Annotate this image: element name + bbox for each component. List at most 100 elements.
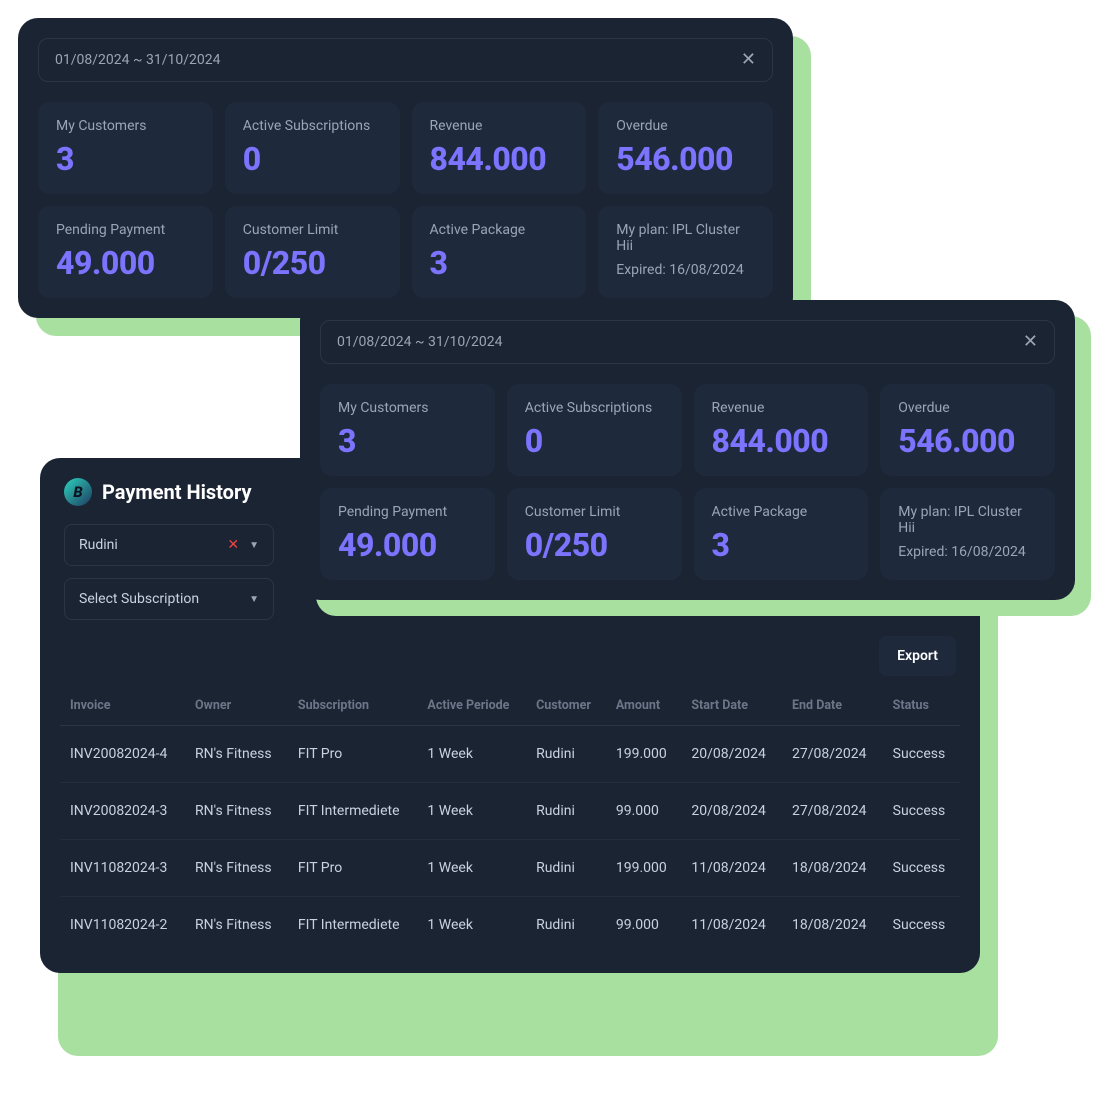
stat-grid: My Customers 3 Active Subscriptions 0 Re… <box>38 102 773 298</box>
date-range-select[interactable]: 01/08/2024 ~ 31/10/2024 ✕ <box>38 38 773 82</box>
stat-value: 546.000 <box>898 422 1037 460</box>
stat-active-package: Active Package 3 <box>412 206 587 298</box>
chevron-down-icon: ▼ <box>249 540 259 551</box>
stat-value: 3 <box>56 140 195 178</box>
table-row[interactable]: INV11082024-3RN's FitnessFIT Pro1 WeekRu… <box>60 840 960 897</box>
stat-overdue: Overdue 546.000 <box>880 384 1055 476</box>
cell-start: 11/08/2024 <box>681 897 782 954</box>
cell-end: 27/08/2024 <box>782 783 883 840</box>
stat-value: 0/250 <box>243 244 382 282</box>
col-active-period: Active Periode <box>417 686 526 726</box>
cell-sub: FIT Pro <box>288 840 418 897</box>
customer-select-value: Rudini <box>79 537 118 553</box>
cell-owner: RN's Fitness <box>185 783 288 840</box>
table-row[interactable]: INV20082024-4RN's FitnessFIT Pro1 WeekRu… <box>60 726 960 783</box>
cell-start: 20/08/2024 <box>681 783 782 840</box>
stat-value: 3 <box>712 526 851 564</box>
stat-customer-limit: Customer Limit 0/250 <box>225 206 400 298</box>
clear-customer-icon[interactable]: ✕ <box>227 537 239 553</box>
date-range-value: 01/08/2024 ~ 31/10/2024 <box>55 52 220 68</box>
stat-label: Pending Payment <box>56 222 195 238</box>
table-header-row: Invoice Owner Subscription Active Period… <box>60 686 960 726</box>
date-range-select[interactable]: 01/08/2024 ~ 31/10/2024 ✕ <box>320 320 1055 364</box>
stat-label: Active Package <box>430 222 569 238</box>
col-customer: Customer <box>526 686 606 726</box>
stat-value: 0 <box>243 140 382 178</box>
plan-expiry: Expired: 16/08/2024 <box>616 262 755 278</box>
clear-date-icon[interactable]: ✕ <box>741 51 756 69</box>
stat-overdue: Overdue 546.000 <box>598 102 773 194</box>
logo-icon: B <box>64 478 92 506</box>
stat-my-customers: My Customers 3 <box>320 384 495 476</box>
stat-my-plan: My plan: IPL Cluster Hii Expired: 16/08/… <box>598 206 773 298</box>
customer-select[interactable]: Rudini ✕ ▼ <box>64 524 274 566</box>
stat-label: My Customers <box>56 118 195 134</box>
cell-customer: Rudini <box>526 840 606 897</box>
col-start-date: Start Date <box>681 686 782 726</box>
stat-label: Overdue <box>898 400 1037 416</box>
col-amount: Amount <box>606 686 682 726</box>
stat-label: Active Subscriptions <box>525 400 664 416</box>
stat-my-customers: My Customers 3 <box>38 102 213 194</box>
stat-active-subs: Active Subscriptions 0 <box>507 384 682 476</box>
page-title: Payment History <box>102 480 252 504</box>
stat-label: Active Subscriptions <box>243 118 382 134</box>
cell-end: 27/08/2024 <box>782 726 883 783</box>
cell-amount: 99.000 <box>606 783 682 840</box>
cell-invoice: INV20082024-4 <box>60 726 185 783</box>
cell-invoice: INV11082024-3 <box>60 840 185 897</box>
clear-date-icon[interactable]: ✕ <box>1023 333 1038 351</box>
stat-value: 49.000 <box>338 526 477 564</box>
plan-expiry: Expired: 16/08/2024 <box>898 544 1037 560</box>
stat-customer-limit: Customer Limit 0/250 <box>507 488 682 580</box>
stat-revenue: Revenue 844.000 <box>694 384 869 476</box>
cell-customer: Rudini <box>526 783 606 840</box>
subscription-select[interactable]: Select Subscription ▼ <box>64 578 274 620</box>
cell-invoice: INV20082024-3 <box>60 783 185 840</box>
cell-period: 1 Week <box>417 726 526 783</box>
cell-period: 1 Week <box>417 897 526 954</box>
cell-end: 18/08/2024 <box>782 840 883 897</box>
date-range-value: 01/08/2024 ~ 31/10/2024 <box>337 334 502 350</box>
stat-revenue: Revenue 844.000 <box>412 102 587 194</box>
export-bar: Export <box>60 620 960 686</box>
export-button[interactable]: Export <box>879 636 956 676</box>
cell-start: 11/08/2024 <box>681 840 782 897</box>
col-owner: Owner <box>185 686 288 726</box>
stat-pending: Pending Payment 49.000 <box>320 488 495 580</box>
dashboard-card-1: 01/08/2024 ~ 31/10/2024 ✕ My Customers 3… <box>18 18 793 318</box>
cell-sub: FIT Intermediete <box>288 897 418 954</box>
stat-value: 546.000 <box>616 140 755 178</box>
stat-value: 3 <box>430 244 569 282</box>
stat-value: 3 <box>338 422 477 460</box>
stat-value: 844.000 <box>430 140 569 178</box>
chevron-down-icon: ▼ <box>249 594 259 605</box>
cell-status: Success <box>883 783 960 840</box>
stat-active-package: Active Package 3 <box>694 488 869 580</box>
stat-label: Pending Payment <box>338 504 477 520</box>
stat-label: Overdue <box>616 118 755 134</box>
stat-label: Customer Limit <box>525 504 664 520</box>
stat-label: Customer Limit <box>243 222 382 238</box>
stat-my-plan: My plan: IPL Cluster Hii Expired: 16/08/… <box>880 488 1055 580</box>
cell-start: 20/08/2024 <box>681 726 782 783</box>
stat-label: My Customers <box>338 400 477 416</box>
subscription-select-value: Select Subscription <box>79 591 199 607</box>
table-row[interactable]: INV11082024-2RN's FitnessFIT Intermediet… <box>60 897 960 954</box>
stat-active-subs: Active Subscriptions 0 <box>225 102 400 194</box>
cell-status: Success <box>883 897 960 954</box>
cell-sub: FIT Pro <box>288 726 418 783</box>
cell-sub: FIT Intermediete <box>288 783 418 840</box>
stat-pending: Pending Payment 49.000 <box>38 206 213 298</box>
cell-end: 18/08/2024 <box>782 897 883 954</box>
col-end-date: End Date <box>782 686 883 726</box>
col-subscription: Subscription <box>288 686 418 726</box>
table-row[interactable]: INV20082024-3RN's FitnessFIT Intermediet… <box>60 783 960 840</box>
plan-name: My plan: IPL Cluster Hii <box>616 222 755 254</box>
stat-label: Revenue <box>712 400 851 416</box>
dashboard-card-2: 01/08/2024 ~ 31/10/2024 ✕ My Customers 3… <box>300 300 1075 600</box>
plan-name: My plan: IPL Cluster Hii <box>898 504 1037 536</box>
cell-invoice: INV11082024-2 <box>60 897 185 954</box>
stat-value: 0 <box>525 422 664 460</box>
cell-customer: Rudini <box>526 897 606 954</box>
